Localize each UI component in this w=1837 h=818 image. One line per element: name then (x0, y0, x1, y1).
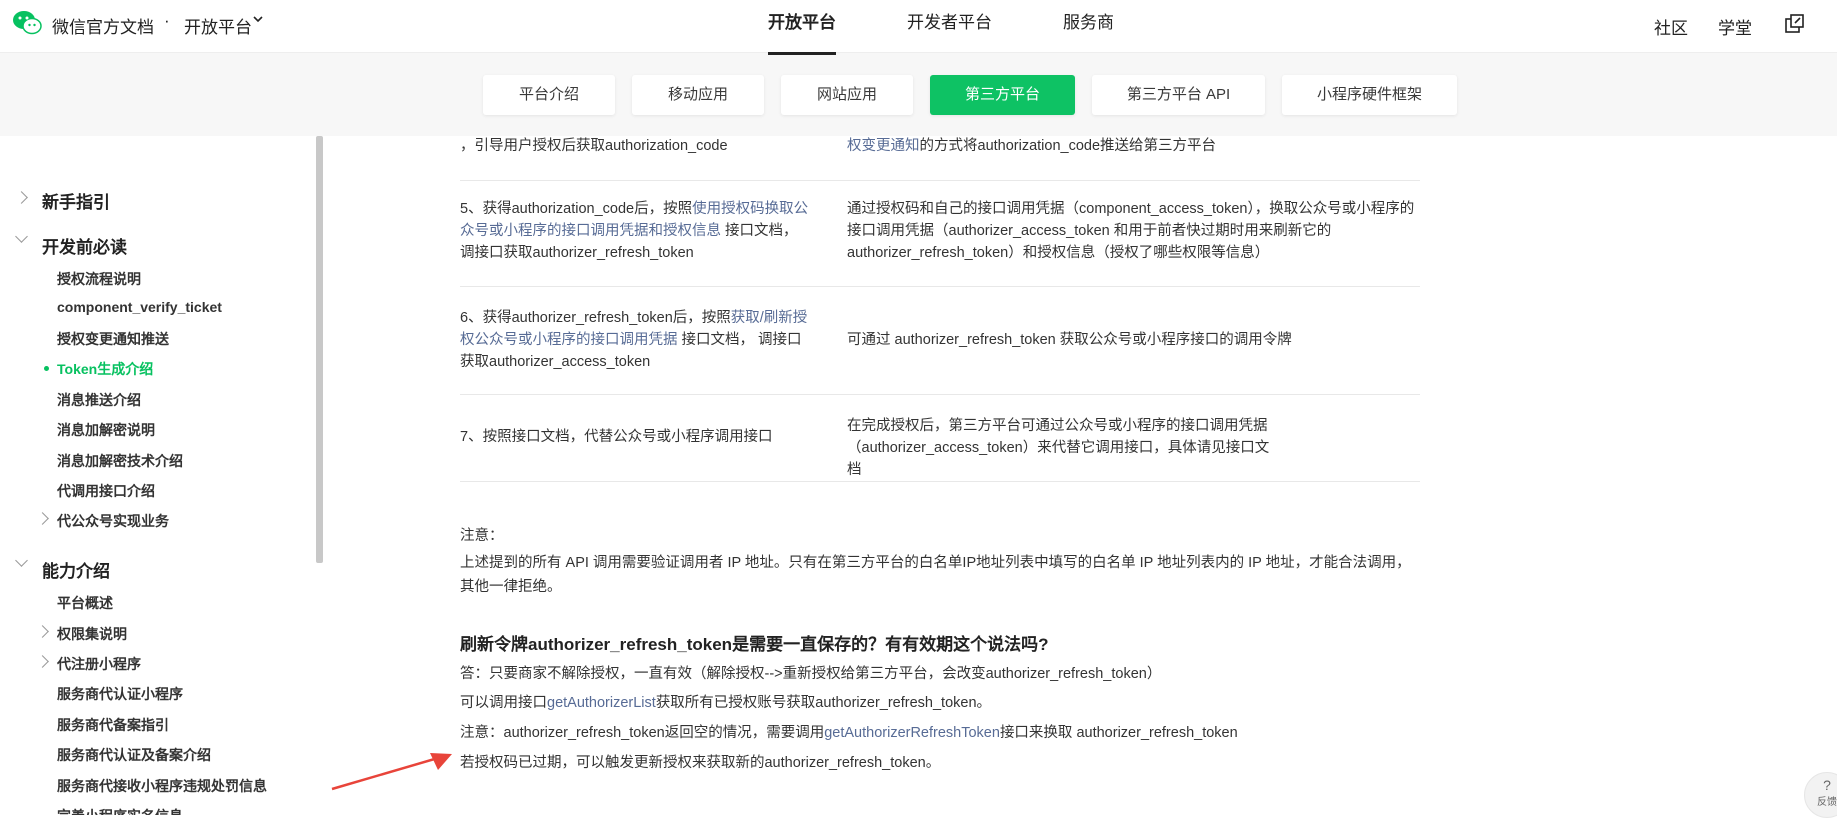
tab-platform-intro[interactable]: 平台介绍 (483, 75, 615, 115)
external-link-icon[interactable] (1783, 13, 1805, 35)
site-brand[interactable]: 微信官方文档 (52, 13, 154, 38)
table-cell: 5、获得authorization_code后，按照使用授权码换取公众号或小程序… (460, 201, 809, 261)
sidebar-item-token-intro[interactable]: Token生成介绍 (57, 359, 153, 379)
sidebar-item-permissions[interactable]: 权限集说明 (57, 624, 127, 644)
note-body: 上述提到的所有 API 调用需要验证调用者 IP 地址。只有在第三方平台的白名单… (460, 555, 1411, 595)
sidebar-item-verify-ticket[interactable]: component_verify_ticket (57, 299, 222, 315)
table-cell: 可通过 authorizer_refresh_token 获取公众号或小程序接口… (847, 332, 1292, 348)
nav-open-platform[interactable]: 开放平台 (768, 0, 836, 55)
nav-service-provider[interactable]: 服务商 (1063, 0, 1114, 52)
nav-community[interactable]: 社区 (1654, 14, 1688, 39)
sidebar-item-filing-guide[interactable]: 服务商代备案指引 (57, 715, 169, 735)
faq-line: 可以调用接口getAuthorizerList获取所有已授权账号获取author… (460, 695, 992, 711)
sidebar: 新手指引 开发前必读 授权流程说明 component_verify_ticke… (0, 136, 318, 815)
table-cell: 7、按照接口文档，代替公众号或小程序调用接口 (460, 429, 773, 445)
chevron-down-icon[interactable] (15, 230, 28, 243)
faq-heading: 刷新令牌authorizer_refresh_token是需要一直保存的？有有效… (460, 635, 1049, 654)
tab-third-party-api[interactable]: 第三方平台 API (1092, 75, 1265, 115)
top-bar: 微信官方文档 · 开放平台 开放平台 开发者平台 服务商 社区 学堂 (0, 0, 1837, 55)
sidebar-item-platform-overview[interactable]: 平台概述 (57, 593, 113, 613)
table-cell: 在完成授权后，第三方平台可通过公众号或小程序的接口调用凭据（authorizer… (847, 418, 1270, 478)
sidebar-item-realname-info[interactable]: 完善小程序实名信息 (57, 806, 183, 815)
chevron-right-icon[interactable] (36, 512, 49, 525)
brand-separator: · (164, 11, 170, 30)
auth-change-link[interactable]: 权变更通知 (847, 138, 920, 154)
get-authorizer-list-link[interactable]: getAuthorizerList (547, 695, 656, 711)
table-cell: 通过授权码和自己的接口调用凭据（component_access_token），… (847, 201, 1415, 261)
sidebar-item-violation-info[interactable]: 服务商代接收小程序违规处罚信息 (57, 776, 267, 796)
sidebar-item-auth-change-push[interactable]: 授权变更通知推送 (57, 329, 169, 349)
nav-academy[interactable]: 学堂 (1718, 14, 1752, 39)
faq-line: 若授权码已过期，可以触发更新授权来获取新的authorizer_refresh_… (460, 755, 941, 771)
faq-line: 注意：authorizer_refresh_token返回空的情况，需要调用ge… (460, 725, 1238, 741)
sidebar-item-message-crypto[interactable]: 消息加解密说明 (57, 420, 155, 440)
sidebar-item-proxy-api[interactable]: 代调用接口介绍 (57, 481, 155, 501)
sidebar-section-before-dev[interactable]: 开发前必读 (42, 233, 127, 258)
sidebar-section-capabilities[interactable]: 能力介绍 (42, 557, 110, 582)
wechat-logo-icon[interactable] (12, 10, 42, 36)
sidebar-item-message-push[interactable]: 消息推送介绍 (57, 390, 141, 410)
sidebar-item-verify-miniprogram[interactable]: 服务商代认证小程序 (57, 684, 183, 704)
table-row: 7、按照接口文档，代替公众号或小程序调用接口 在完成授权后，第三方平台可通过公众… (460, 395, 1420, 482)
table-row: 5、获得authorization_code后，按照使用授权码换取公众号或小程序… (460, 181, 1420, 287)
note-title: 注意： (460, 528, 504, 544)
sidebar-section-getting-started[interactable]: 新手指引 (42, 188, 110, 213)
faq-answer: 答：只要商家不解除授权，一直有效（解除授权-->重新授权给第三方平台，会改变au… (460, 666, 1162, 682)
sidebar-scrollbar[interactable] (316, 136, 323, 563)
table-row: 6、获得authorizer_refresh_token后，按照获取/刷新授权公… (460, 287, 1420, 395)
chevron-right-icon[interactable] (36, 655, 49, 668)
tab-third-party-platform[interactable]: 第三方平台 (930, 75, 1075, 115)
sidebar-item-message-crypto-tech[interactable]: 消息加解密技术介绍 (57, 451, 183, 471)
platform-switcher[interactable]: 开放平台 (184, 13, 252, 38)
tab-mobile-app[interactable]: 移动应用 (632, 75, 764, 115)
sidebar-item-register-miniprogram[interactable]: 代注册小程序 (57, 654, 141, 674)
active-dot-icon (44, 366, 49, 371)
help-icon: ? (1823, 777, 1831, 793)
chevron-right-icon[interactable] (15, 191, 28, 204)
sub-nav: 平台介绍 移动应用 网站应用 第三方平台 第三方平台 API 小程序硬件框架 (0, 53, 1837, 136)
nav-developer-platform[interactable]: 开发者平台 (907, 0, 992, 52)
sidebar-item-auth-flow[interactable]: 授权流程说明 (57, 269, 141, 289)
table-cell: 权变更通知的方式将authorization_code推送给第三方平台 (847, 138, 1217, 154)
feedback-label: 反馈 (1817, 797, 1837, 808)
sidebar-item-proxy-business[interactable]: 代公众号实现业务 (57, 511, 169, 531)
annotation-arrow-icon (331, 753, 452, 791)
sidebar-item-verify-filing[interactable]: 服务商代认证及备案介绍 (57, 745, 211, 765)
chevron-down-icon[interactable] (252, 13, 264, 28)
tab-website-app[interactable]: 网站应用 (781, 75, 913, 115)
tab-mini-program-hardware[interactable]: 小程序硬件框架 (1282, 75, 1457, 115)
table-cell: ，引导用户授权后获取authorization_code (460, 138, 728, 154)
chevron-down-icon[interactable] (15, 554, 28, 567)
get-refresh-token-link[interactable]: getAuthorizerRefreshToken (824, 725, 1000, 741)
chevron-right-icon[interactable] (36, 625, 49, 638)
table-cell: 6、获得authorizer_refresh_token后，按照获取/刷新授权公… (460, 310, 808, 370)
feedback-button[interactable]: ? 反馈 (1804, 772, 1837, 818)
